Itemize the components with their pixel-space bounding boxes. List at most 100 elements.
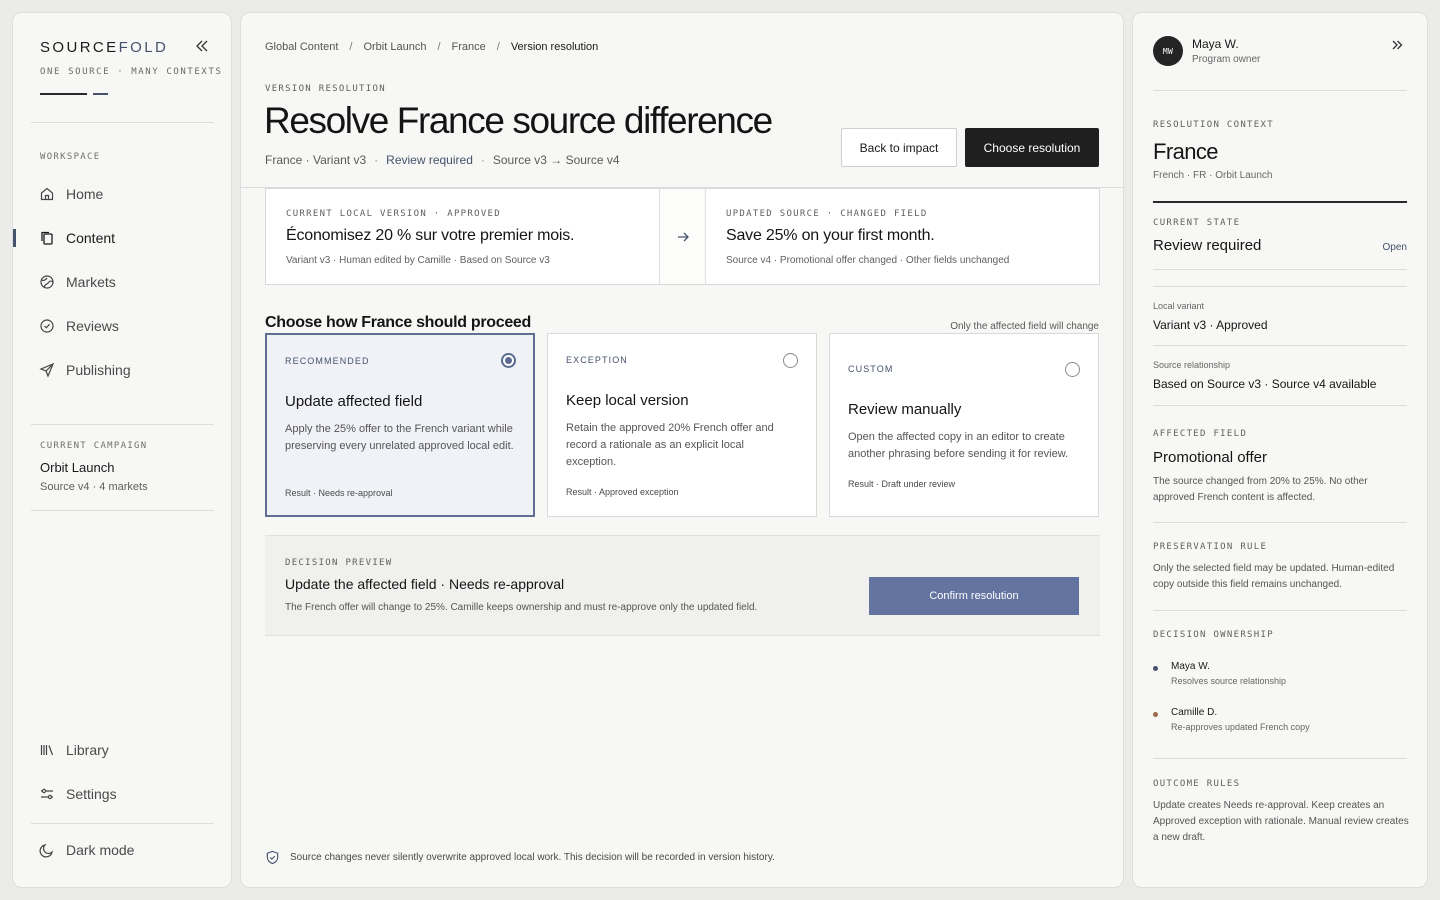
meta-separator: · (374, 153, 379, 167)
workspace-section-label: WORKSPACE (40, 152, 101, 162)
local-variant-value: Variant v3 · Approved (1153, 318, 1268, 332)
owner-role: Resolves source relationship (1171, 676, 1287, 686)
option-tag: CUSTOM (848, 364, 894, 374)
sidebar-item-publishing[interactable]: Publishing (13, 353, 231, 387)
page-eyebrow: VERSION RESOLUTION (265, 84, 386, 94)
divider (1153, 758, 1407, 759)
copy-icon (41, 231, 53, 245)
preservation-rule-text: Only the selected field may be updated. … (1153, 563, 1395, 590)
context-panel: MW Maya W. Program owner RESOLUTION CONT… (1132, 12, 1428, 888)
decision-preview: DECISION PREVIEW Update the affected fie… (265, 535, 1100, 636)
library-icon (40, 745, 54, 756)
sliders-icon (41, 788, 53, 800)
back-to-impact-button[interactable]: Back to impact (841, 128, 957, 167)
breadcrumb-separator: / (437, 41, 441, 53)
shield-check-icon (266, 850, 279, 865)
send-icon (39, 362, 55, 378)
collapse-panel-icon[interactable] (1389, 37, 1405, 53)
brand-tagline: ONE SOURCE · MANY CONTEXTS (40, 67, 223, 77)
resolution-context-label: RESOLUTION CONTEXT (1153, 120, 1274, 130)
page-meta: France · Variant v3 · Review required · … (265, 153, 620, 167)
owner-name: Camille D. (1171, 707, 1218, 718)
dark-mode-toggle[interactable]: Dark mode (13, 833, 231, 867)
sidebar-item-label: Home (66, 186, 104, 202)
option-radio[interactable] (1065, 362, 1080, 377)
option-keep-local-version[interactable]: EXCEPTION Keep local version Retain the … (547, 333, 817, 517)
updated-source-version: UPDATED SOURCE · CHANGED FIELD Save 25% … (706, 189, 1099, 284)
option-review-manually[interactable]: CUSTOM Review manually Open the affected… (829, 333, 1099, 517)
brand-underline-accent (93, 93, 108, 95)
decision-ownership-label: DECISION OWNERSHIP (1153, 630, 1274, 640)
option-result: Result · Draft under review (848, 479, 956, 489)
option-title: Update affected field (285, 393, 423, 410)
sidebar-item-label: Library (66, 742, 109, 758)
arrow-right-icon (677, 232, 689, 241)
divider (1153, 405, 1407, 406)
confirm-resolution-button[interactable]: Confirm resolution (869, 577, 1079, 615)
local-version-meta: Variant v3 · Human edited by Camille · B… (286, 255, 550, 266)
updated-source-meta: Source v4 · Promotional offer changed · … (726, 255, 1010, 266)
sidebar-item-content[interactable]: Content (13, 221, 231, 255)
option-result: Result · Needs re-approval (285, 488, 393, 498)
divider (31, 424, 214, 425)
breadcrumb-current: Version resolution (510, 41, 599, 53)
breadcrumb-orbit-launch[interactable]: Orbit Launch (363, 41, 426, 53)
divider (1153, 90, 1407, 91)
option-radio[interactable] (783, 353, 798, 368)
check-circle-icon (40, 319, 54, 333)
divider (1153, 610, 1407, 611)
sidebar-item-reviews[interactable]: Reviews (13, 309, 231, 343)
owner-bullet (1153, 666, 1158, 671)
option-title: Keep local version (566, 392, 689, 409)
meta-separator: · (480, 153, 485, 167)
option-update-affected-field[interactable]: RECOMMENDED Update affected field Apply … (265, 333, 535, 517)
brand-logo[interactable]: SOURCEFOLD (40, 39, 168, 56)
outcome-rules-label: OUTCOME RULES (1153, 779, 1241, 789)
footer-note-text: Source changes never silently overwrite … (290, 852, 775, 863)
version-comparison: CURRENT LOCAL VERSION · APPROVED Économi… (265, 188, 1100, 285)
source-relationship-value: Based on Source v3 · Source v4 available (1153, 377, 1377, 391)
divider (1153, 286, 1407, 287)
collapse-sidebar-icon[interactable] (193, 37, 211, 55)
globe-icon (40, 275, 54, 289)
decision-eyebrow: DECISION PREVIEW (285, 558, 393, 568)
main-panel: Global Content / Orbit Launch / France /… (240, 12, 1124, 888)
divider (1153, 201, 1407, 203)
breadcrumb-global-content[interactable]: Global Content (265, 41, 338, 53)
sidebar-item-home[interactable]: Home (13, 177, 231, 211)
owner-name: Maya W. (1171, 661, 1210, 672)
owner-role: Re-approves updated French copy (1171, 722, 1310, 732)
brand-underline (40, 93, 87, 95)
local-version-eyebrow: CURRENT LOCAL VERSION · APPROVED (286, 209, 501, 219)
source-relationship-label: Source relationship (1153, 360, 1231, 370)
decision-title: Update the affected field · Needs re-app… (285, 576, 565, 592)
divider (31, 823, 214, 824)
option-radio-selected[interactable] (501, 353, 516, 368)
outcome-rules-text: Update creates Needs re-approval. Keep c… (1153, 800, 1409, 843)
user-name: Maya W. (1192, 37, 1239, 51)
footer-note: Source changes never silently overwrite … (265, 850, 775, 865)
sidebar-item-label: Settings (66, 786, 117, 802)
divider (1153, 269, 1407, 270)
home-icon (40, 187, 54, 201)
affected-field-text: The source changed from 20% to 25%. No o… (1153, 476, 1368, 503)
option-description: Apply the 25% offer to the French varian… (285, 423, 514, 452)
user-role: Program owner (1192, 54, 1261, 65)
campaign-meta: Source v4 · 4 markets (40, 481, 148, 493)
local-version-text: Économisez 20 % sur votre premier mois. (286, 227, 575, 244)
proceed-section-title: Choose how France should proceed (265, 314, 531, 331)
avatar[interactable]: MW (1153, 36, 1183, 66)
sidebar-item-library[interactable]: Library (13, 733, 231, 767)
choose-resolution-button[interactable]: Choose resolution (965, 128, 1099, 167)
owner-bullet (1153, 712, 1158, 717)
updated-source-text: Save 25% on your first month. (726, 227, 935, 244)
option-result: Result · Approved exception (566, 487, 679, 497)
variant-label: France · Variant v3 (265, 153, 367, 167)
affected-field-title: Promotional offer (1153, 449, 1267, 466)
breadcrumb-france[interactable]: France (452, 41, 486, 53)
campaign-name[interactable]: Orbit Launch (40, 460, 114, 475)
sidebar-item-settings[interactable]: Settings (13, 777, 231, 811)
sidebar-item-markets[interactable]: Markets (13, 265, 231, 299)
open-state-link[interactable]: Open (1383, 242, 1407, 253)
context-title: France (1153, 139, 1218, 164)
